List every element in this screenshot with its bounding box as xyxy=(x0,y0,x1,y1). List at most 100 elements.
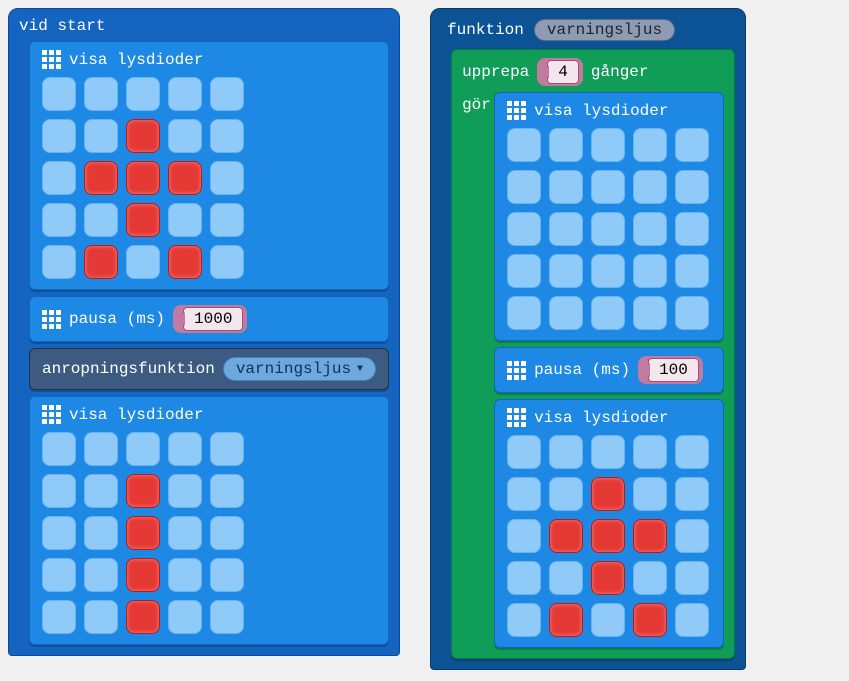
pause-block-1[interactable]: pausa (ms) 1000 xyxy=(29,296,389,342)
led-cell[interactable] xyxy=(675,477,709,511)
show-leds-block-2[interactable]: visa lysdioder xyxy=(29,396,389,645)
repeat-count[interactable]: 4 xyxy=(547,60,579,84)
pause-value[interactable]: 1000 xyxy=(183,307,243,331)
led-cell[interactable] xyxy=(507,561,541,595)
function-hat[interactable]: funktion varningsljus upprepa 4 gånger g… xyxy=(430,8,746,670)
led-cell[interactable] xyxy=(168,203,202,237)
led-cell[interactable] xyxy=(507,170,541,204)
led-cell[interactable] xyxy=(126,558,160,592)
led-cell[interactable] xyxy=(633,435,667,469)
led-cell[interactable] xyxy=(210,474,244,508)
led-cell[interactable] xyxy=(42,161,76,195)
led-cell[interactable] xyxy=(84,203,118,237)
led-grid-fn1[interactable] xyxy=(507,128,711,332)
pause-value-fn[interactable]: 100 xyxy=(648,358,699,382)
led-cell[interactable] xyxy=(84,516,118,550)
show-leds-block-fn1[interactable]: visa lysdioder xyxy=(494,92,724,341)
led-cell[interactable] xyxy=(549,435,583,469)
led-cell[interactable] xyxy=(210,600,244,634)
led-cell[interactable] xyxy=(42,245,76,279)
led-cell[interactable] xyxy=(507,435,541,469)
led-cell[interactable] xyxy=(42,119,76,153)
led-cell[interactable] xyxy=(507,212,541,246)
led-cell[interactable] xyxy=(549,254,583,288)
led-cell[interactable] xyxy=(591,296,625,330)
led-cell[interactable] xyxy=(675,435,709,469)
led-cell[interactable] xyxy=(42,203,76,237)
led-cell[interactable] xyxy=(633,254,667,288)
led-cell[interactable] xyxy=(633,212,667,246)
led-cell[interactable] xyxy=(675,128,709,162)
led-cell[interactable] xyxy=(591,435,625,469)
led-cell[interactable] xyxy=(591,212,625,246)
led-cell[interactable] xyxy=(633,603,667,637)
pause-value-slot[interactable]: 1000 xyxy=(173,305,247,333)
led-grid-2[interactable] xyxy=(42,432,376,636)
led-cell[interactable] xyxy=(84,245,118,279)
led-cell[interactable] xyxy=(549,296,583,330)
led-cell[interactable] xyxy=(126,203,160,237)
led-cell[interactable] xyxy=(168,558,202,592)
led-cell[interactable] xyxy=(549,477,583,511)
led-cell[interactable] xyxy=(210,516,244,550)
led-grid-1[interactable] xyxy=(42,77,376,281)
led-cell[interactable] xyxy=(633,128,667,162)
led-cell[interactable] xyxy=(126,474,160,508)
led-cell[interactable] xyxy=(126,119,160,153)
led-cell[interactable] xyxy=(675,170,709,204)
led-cell[interactable] xyxy=(168,474,202,508)
led-cell[interactable] xyxy=(507,296,541,330)
led-cell[interactable] xyxy=(168,77,202,111)
led-cell[interactable] xyxy=(210,77,244,111)
repeat-block[interactable]: upprepa 4 gånger gör xyxy=(451,49,735,659)
led-cell[interactable] xyxy=(42,516,76,550)
led-cell[interactable] xyxy=(168,432,202,466)
led-cell[interactable] xyxy=(126,432,160,466)
function-name-pill[interactable]: varningsljus xyxy=(534,19,675,41)
led-cell[interactable] xyxy=(549,170,583,204)
led-cell[interactable] xyxy=(42,432,76,466)
repeat-count-slot[interactable]: 4 xyxy=(537,58,583,86)
led-cell[interactable] xyxy=(633,170,667,204)
led-cell[interactable] xyxy=(507,603,541,637)
show-leds-block-fn2[interactable]: visa lysdioder xyxy=(494,399,724,648)
led-cell[interactable] xyxy=(168,245,202,279)
led-cell[interactable] xyxy=(633,561,667,595)
show-leds-block-1[interactable]: visa lysdioder xyxy=(29,41,389,290)
led-cell[interactable] xyxy=(591,128,625,162)
led-cell[interactable] xyxy=(507,519,541,553)
led-cell[interactable] xyxy=(591,603,625,637)
led-grid-fn2[interactable] xyxy=(507,435,711,639)
led-cell[interactable] xyxy=(210,119,244,153)
led-cell[interactable] xyxy=(549,519,583,553)
led-cell[interactable] xyxy=(675,603,709,637)
led-cell[interactable] xyxy=(210,558,244,592)
led-cell[interactable] xyxy=(549,603,583,637)
led-cell[interactable] xyxy=(210,432,244,466)
led-cell[interactable] xyxy=(675,561,709,595)
led-cell[interactable] xyxy=(168,516,202,550)
led-cell[interactable] xyxy=(675,254,709,288)
onstart-hat[interactable]: vid start visa lysdioder pausa (ms) xyxy=(8,8,400,656)
led-cell[interactable] xyxy=(591,519,625,553)
led-cell[interactable] xyxy=(633,519,667,553)
led-cell[interactable] xyxy=(168,161,202,195)
led-cell[interactable] xyxy=(126,600,160,634)
led-cell[interactable] xyxy=(126,77,160,111)
led-cell[interactable] xyxy=(42,558,76,592)
call-function-block[interactable]: anropningsfunktion varningsljus ▼ xyxy=(29,348,389,390)
led-cell[interactable] xyxy=(675,212,709,246)
led-cell[interactable] xyxy=(633,477,667,511)
led-cell[interactable] xyxy=(168,600,202,634)
led-cell[interactable] xyxy=(126,516,160,550)
led-cell[interactable] xyxy=(549,212,583,246)
led-cell[interactable] xyxy=(675,519,709,553)
led-cell[interactable] xyxy=(84,558,118,592)
led-cell[interactable] xyxy=(549,561,583,595)
led-cell[interactable] xyxy=(42,77,76,111)
led-cell[interactable] xyxy=(507,128,541,162)
led-cell[interactable] xyxy=(591,561,625,595)
led-cell[interactable] xyxy=(210,161,244,195)
led-cell[interactable] xyxy=(675,296,709,330)
led-cell[interactable] xyxy=(126,245,160,279)
